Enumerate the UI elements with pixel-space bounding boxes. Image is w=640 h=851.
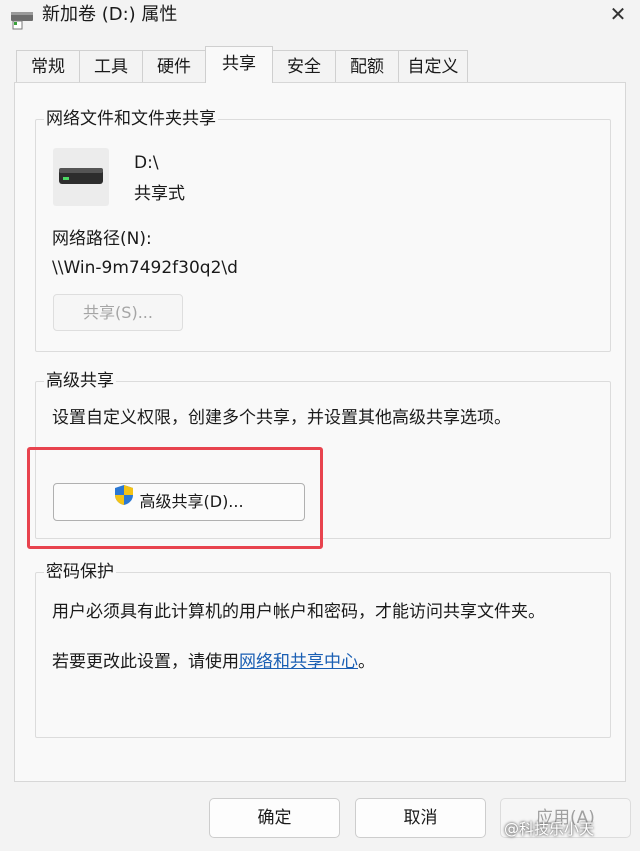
- title-bar: 新加卷 (D:) 属性 ✕: [0, 0, 640, 36]
- close-button[interactable]: ✕: [600, 0, 636, 30]
- watermark-text: @科技乐小天: [504, 820, 595, 838]
- group-label: 密码保护: [44, 561, 116, 583]
- group-label: 网络文件和文件夹共享: [44, 108, 218, 130]
- cancel-button[interactable]: 取消: [355, 798, 486, 838]
- password-protection-group: 密码保护 用户必须具有此计算机的用户帐户和密码，才能访问共享文件夹。 若要更改此…: [35, 561, 611, 738]
- tab-tools[interactable]: 工具: [79, 50, 143, 82]
- tab-quota[interactable]: 配额: [335, 50, 399, 82]
- instruction-text: 若要更改此设置，请使用: [52, 652, 239, 672]
- tab-general[interactable]: 常规: [16, 50, 80, 82]
- share-button[interactable]: 共享(S)...: [53, 294, 183, 331]
- advanced-share-button[interactable]: 高级共享(D)...: [53, 483, 305, 521]
- drive-name: D:\: [134, 153, 159, 173]
- advanced-share-group: 高级共享 设置自定义权限，创建多个共享，并设置其他高级共享选项。 高级共享(D)…: [35, 370, 611, 539]
- tab-customize[interactable]: 自定义: [398, 50, 468, 82]
- uac-shield-icon: [114, 483, 134, 519]
- drive-icon: [10, 8, 36, 30]
- hard-drive-icon: [53, 148, 109, 210]
- share-status: 共享式: [134, 184, 185, 204]
- sharing-panel: 网络文件和文件夹共享 D:\ 共享式 网络路径(N): \\Win-9m7492…: [14, 82, 626, 782]
- advanced-share-description: 设置自定义权限，创建多个共享，并设置其他高级共享选项。: [52, 408, 511, 428]
- window-title: 新加卷 (D:) 属性: [42, 4, 178, 25]
- tab-hardware[interactable]: 硬件: [142, 50, 206, 82]
- password-protection-description: 用户必须具有此计算机的用户帐户和密码，才能访问共享文件夹。: [52, 602, 545, 622]
- tab-security[interactable]: 安全: [272, 50, 336, 82]
- instruction-suffix: 。: [358, 652, 375, 672]
- ok-button[interactable]: 确定: [209, 798, 340, 838]
- network-path-label: 网络路径(N):: [52, 229, 152, 249]
- advanced-share-button-label: 高级共享(D)...: [139, 492, 244, 511]
- tab-sharing[interactable]: 共享: [205, 46, 273, 83]
- network-sharing-center-link[interactable]: 网络和共享中心: [239, 652, 358, 672]
- network-path-value: \\Win-9m7492f30q2\d: [52, 258, 238, 278]
- group-label: 高级共享: [44, 370, 116, 392]
- network-share-group: 网络文件和文件夹共享 D:\ 共享式 网络路径(N): \\Win-9m7492…: [35, 108, 611, 352]
- password-protection-instruction: 若要更改此设置，请使用网络和共享中心。: [52, 651, 375, 673]
